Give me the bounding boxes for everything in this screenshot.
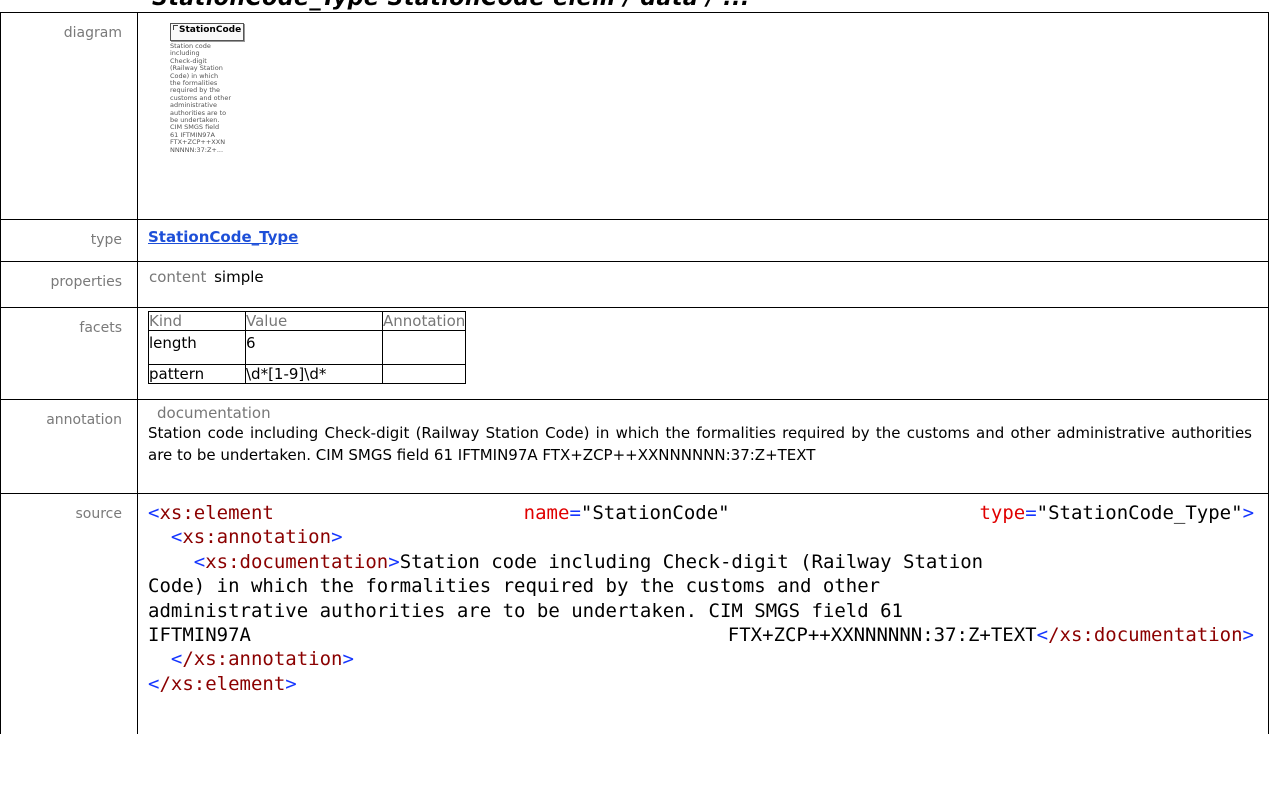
facet-value: 6 [245,330,383,365]
source-text: Station code including Check-digit (Rail… [399,550,984,573]
clipped-header: StationCode_Type StationCode elem / data… [0,0,1269,12]
facet-kind: length [148,330,246,365]
source-tag: xs:element [159,502,274,524]
properties-row: properties content simple [0,261,1269,308]
facets-header-row: Kind Value Annotation [148,311,467,331]
type-row: type StationCode_Type [0,219,1269,262]
source-line: < xs:annotation > [170,526,343,549]
facet-value: \d*[1-9]\d* [245,364,383,384]
source-attr-value: "StationCode_Type" [1036,502,1243,524]
properties-label: properties [0,261,138,308]
properties-cell: content simple [137,261,1269,308]
source-tag: xs:annotation [182,526,332,549]
source-line: IFTMIN97A FTX+ZCP++XXNNNNNN:37:Z+TEXT </xs… [148,624,1254,647]
annotation-row: annotation documentation Station code in… [0,399,1269,494]
annotation-text: Station code including Check-digit (Rail… [148,424,1252,464]
annotation-cell: documentation Station code including Che… [137,399,1269,494]
element-box-name: StationCode [179,25,242,35]
type-cell: StationCode_Type [137,219,1269,262]
source-text: FTX+ZCP++XXNNNNNN:37:Z+TEXT [727,624,1037,647]
element-corner-icon [173,25,178,30]
source-line: < xs:documentation > Station code including… [193,550,984,573]
diagram-label: diagram [0,12,138,220]
source-attr: name [523,502,570,524]
facets-row: facets Kind Value Annotation length 6 pa… [0,307,1269,400]
source-attr: type [979,502,1026,524]
facets-label: facets [0,307,138,400]
annotation-label: annotation [0,399,138,494]
schema-doc-table: diagram StationCode Station code includi… [0,12,1269,734]
source-tag: /xs:element [159,672,286,695]
clipped-header-text: StationCode_Type StationCode elem / data… [152,0,750,11]
source-row: source < xs:element name = "StationCode" type… [0,493,1269,734]
facet-row: pattern \d*[1-9]\d* [148,364,467,384]
facets-table: Kind Value Annotation length 6 pattern \… [148,311,467,384]
facet-kind: pattern [148,364,246,384]
element-box[interactable]: StationCode [170,23,244,41]
facets-header-value: Value [245,311,383,331]
element-box-doc: Station code including Check-digit (Rail… [170,42,262,154]
source-text: IFTMIN97A [148,624,251,647]
properties-key: content [149,268,207,286]
source-cell: < xs:element name = "StationCode" type = "Stati… [137,493,1269,734]
source-tag: /xs:annotation [182,648,343,671]
facets-header-kind: Kind [148,311,246,331]
source-line: Code) in which the formalities required … [148,574,1254,598]
facets-cell: Kind Value Annotation length 6 pattern \… [137,307,1269,400]
source-attr-value: "StationCode" [580,502,730,524]
source-tag: /xs:documentation [1048,624,1243,647]
source-code: < xs:element name = "StationCode" type = "Stati… [148,501,1268,696]
facets-header-annotation: Annotation [381,311,467,331]
source-line: administrative authorities are to be und… [148,599,1254,623]
source-text: Code) in which the formalities required … [148,575,881,598]
doc-line: NNNNN:37:Z+... [170,145,224,154]
source-line: < xs:element name = "StationCode" type = "Stati… [148,502,1255,524]
diagram-cell: StationCode Station code including Check… [137,12,1269,220]
source-line: </xs:annotation > [170,648,354,671]
source-tag: xs:documentation [205,550,389,573]
source-label: source [0,493,138,734]
source-line: </xs:element > [148,672,297,695]
type-label: type [0,219,138,262]
source-text: administrative authorities are to be und… [148,599,903,622]
type-link[interactable]: StationCode_Type [148,228,298,246]
properties-value: simple [214,268,264,286]
annotation-heading: documentation [157,404,271,422]
facet-row: length 6 [148,330,467,365]
diagram-canvas: StationCode Station code including Check… [148,13,1268,219]
diagram-row: diagram StationCode Station code includi… [0,12,1269,220]
